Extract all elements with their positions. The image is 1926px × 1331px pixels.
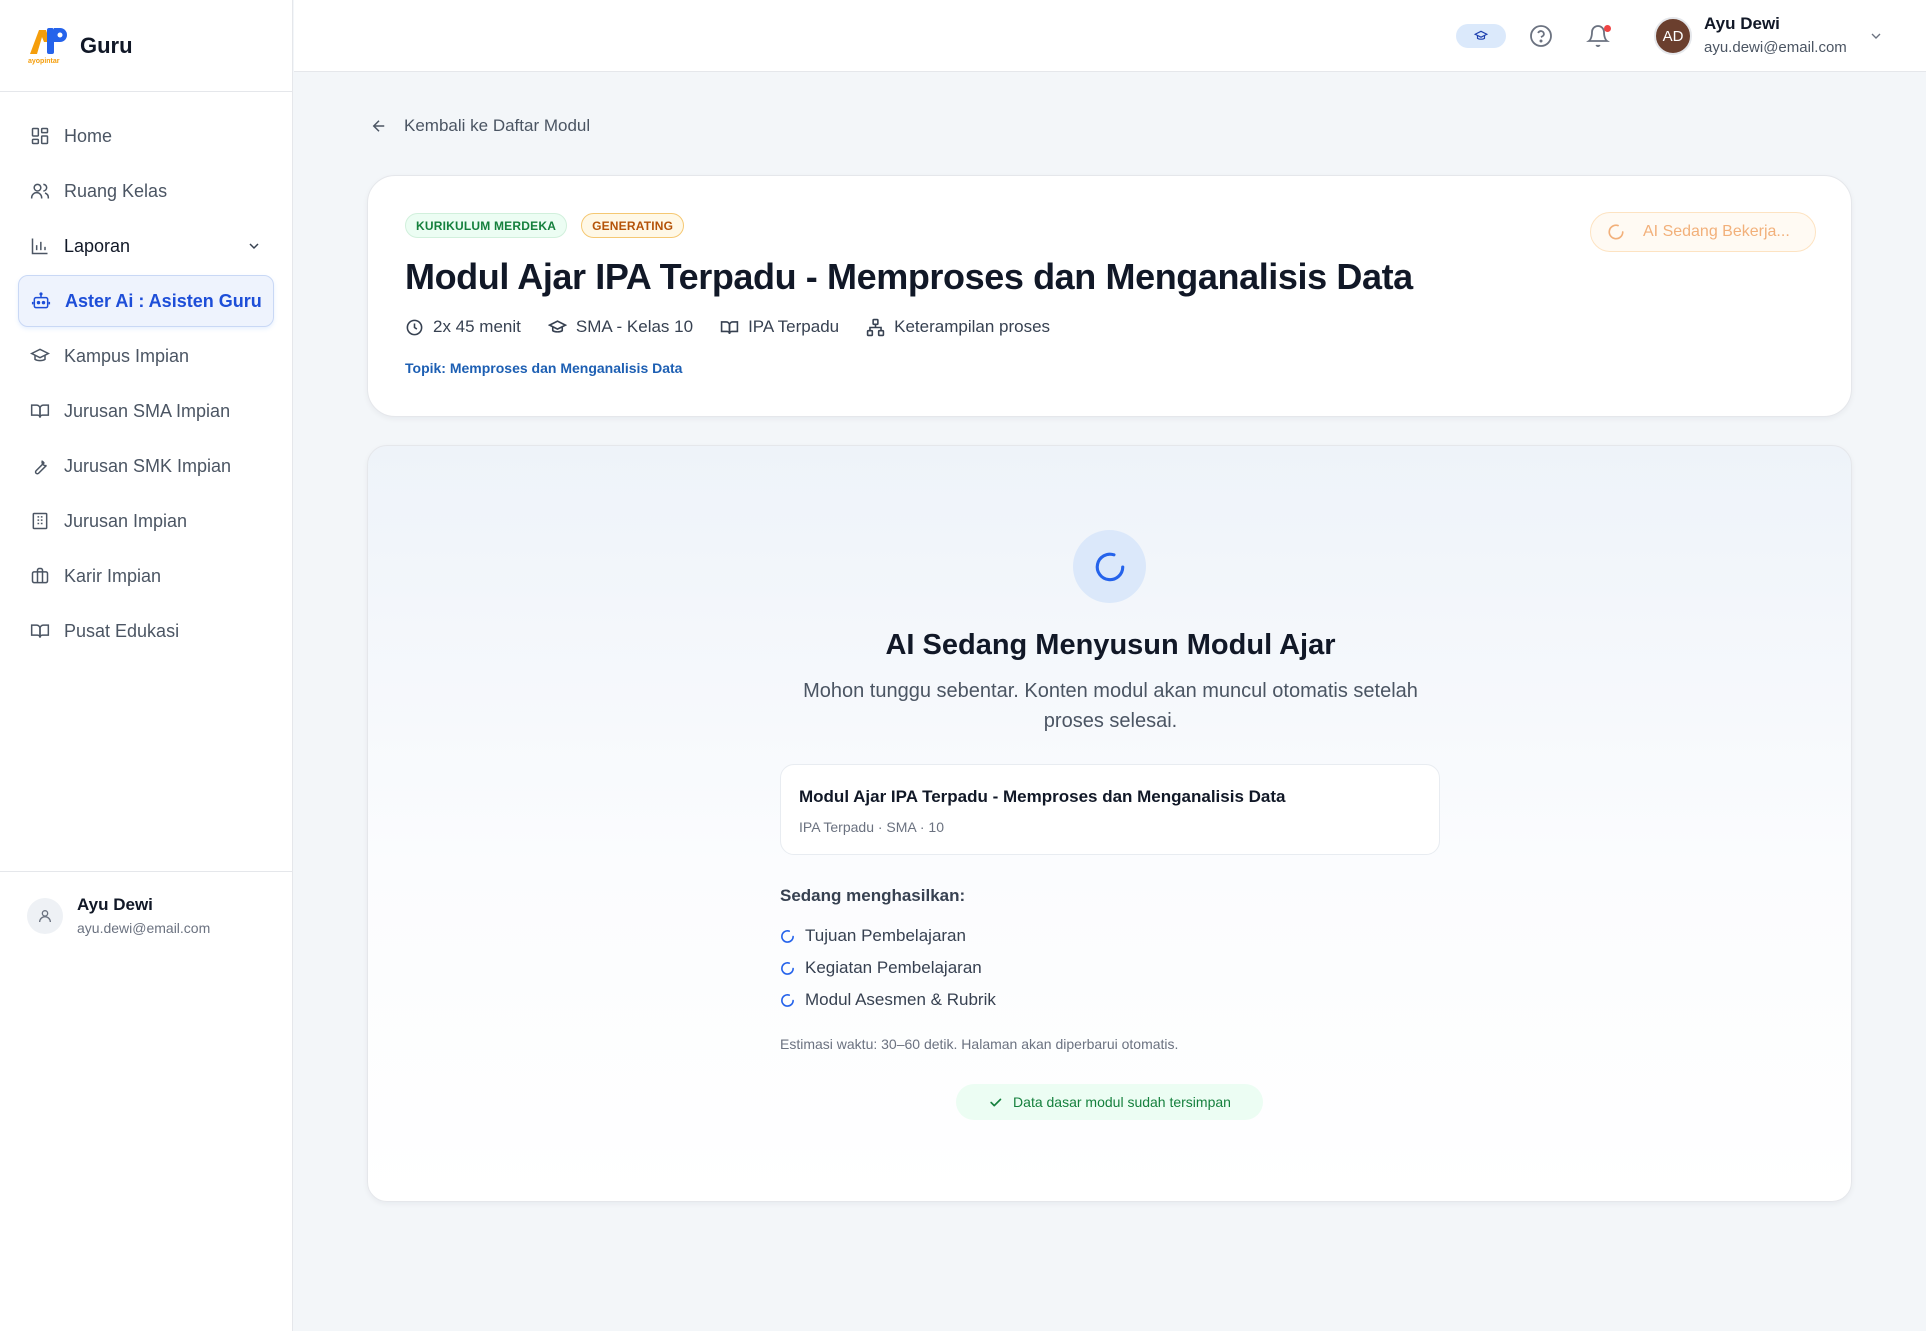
bar-chart-icon xyxy=(31,238,48,255)
sidebar-item-label: Jurusan Impian xyxy=(64,510,188,531)
sidebar-item-label: Laporan xyxy=(64,235,131,256)
meta-subject: IPA Terpadu xyxy=(720,317,839,337)
meta-skill: Keterampilan proses xyxy=(866,317,1050,337)
logo-caption: ayopintar xyxy=(28,57,60,65)
sidebar-nav: Home Ruang Kelas Laporan Aster Ai : Asis… xyxy=(0,92,292,657)
estimate-note: Estimasi waktu: 30–60 detik. Halaman aka… xyxy=(780,1036,1179,1052)
meta-subject-text: IPA Terpadu xyxy=(748,317,840,336)
graduation-cap-icon xyxy=(30,348,50,362)
meta-skill-text: Keterampilan proses xyxy=(894,317,1051,336)
saved-badge-label: Data dasar modul sudah tersimpan xyxy=(1013,1094,1231,1110)
book-open-icon xyxy=(30,404,50,418)
brand[interactable]: ayopintar Guru xyxy=(0,0,292,92)
sidebar-item-pusat-edukasi[interactable]: Pusat Edukasi xyxy=(18,605,274,657)
role-switch-button[interactable] xyxy=(1456,24,1506,48)
module-summary-sub: IPA Terpadu · SMA · 10 xyxy=(799,819,945,835)
spinner-icon xyxy=(1095,552,1124,581)
module-header-card: KURIKULUM MERDEKA GENERATING AI Sedang B… xyxy=(367,175,1852,417)
sidebar-item-aster-ai[interactable]: Aster Ai : Asisten Guru xyxy=(18,275,274,327)
avatar[interactable]: AD xyxy=(1654,17,1692,55)
clock-icon xyxy=(406,319,423,335)
ayopintar-logo-icon: ayopintar xyxy=(26,24,70,68)
meta-duration: 2x 45 menit xyxy=(405,317,521,337)
status-badge: GENERATING xyxy=(581,213,685,238)
book-open-icon xyxy=(720,320,739,334)
list-item-label: Tujuan Pembelajaran xyxy=(805,926,966,945)
sidebar-item-jurusan-smk[interactable]: Jurusan SMK Impian xyxy=(18,440,274,492)
sidebar-item-label: Aster Ai : Asisten Guru xyxy=(65,290,262,311)
notification-dot xyxy=(1604,25,1611,32)
spinner-icon xyxy=(781,929,794,943)
module-meta: 2x 45 menit SMA - Kelas 10 IPA Terpadu K… xyxy=(405,317,1077,337)
ai-working-label: AI Sedang Bekerja... xyxy=(1643,223,1790,240)
sidebar-item-label: Jurusan SMA Impian xyxy=(64,400,231,421)
sidebar-item-label: Kampus Impian xyxy=(64,345,190,366)
spinner-icon xyxy=(781,961,794,975)
user-icon xyxy=(27,897,63,934)
list-item-label: Modul Asesmen & Rubrik xyxy=(805,990,996,1009)
back-link-label: Kembali ke Daftar Modul xyxy=(404,116,591,135)
sidebar-item-label: Home xyxy=(64,125,113,146)
sidebar-item-label: Jurusan SMK Impian xyxy=(64,455,232,476)
list-item-label: Kegiatan Pembelajaran xyxy=(805,958,982,977)
building-icon xyxy=(32,512,48,530)
list-item: Kegiatan Pembelajaran xyxy=(780,952,996,984)
chevron-down-icon xyxy=(249,243,259,250)
robot-icon xyxy=(31,292,51,309)
sidebar: ayopintar Guru Home Ruang Kelas Laporan … xyxy=(0,0,293,1331)
sidebar-item-home[interactable]: Home xyxy=(18,110,274,162)
curriculum-badge: KURIKULUM MERDEKA xyxy=(405,213,568,238)
module-summary-box: Modul Ajar IPA Terpadu - Memproses dan M… xyxy=(780,764,1440,855)
meta-duration-text: 2x 45 menit xyxy=(433,317,521,336)
graduation-cap-icon xyxy=(547,319,567,333)
check-icon xyxy=(990,1098,1002,1106)
brand-name: Guru xyxy=(80,32,133,58)
back-link[interactable]: Kembali ke Daftar Modul xyxy=(370,116,590,136)
topbar-user-name: Ayu Dewi xyxy=(1704,14,1780,33)
sidebar-user-name: Ayu Dewi xyxy=(77,895,153,914)
sidebar-item-jurusan-impian[interactable]: Jurusan Impian xyxy=(18,495,274,547)
wrench-icon xyxy=(34,460,47,475)
spinner-icon xyxy=(781,993,794,1007)
help-icon[interactable] xyxy=(1529,24,1553,48)
generation-status-card: AI Sedang Menyusun Modul Ajar Mohon tung… xyxy=(367,445,1852,1202)
generation-title: AI Sedang Menyusun Modul Ajar xyxy=(885,629,1336,661)
meta-level-text: SMA - Kelas 10 xyxy=(575,317,694,336)
sidebar-item-label: Pusat Edukasi xyxy=(64,620,180,641)
briefcase-icon xyxy=(31,567,49,584)
users-icon xyxy=(30,183,50,199)
graduation-cap-icon xyxy=(1473,30,1489,40)
badge-row: KURIKULUM MERDEKA GENERATING xyxy=(405,213,685,238)
chevron-down-icon[interactable] xyxy=(1868,28,1884,44)
hierarchy-icon xyxy=(866,318,885,336)
module-summary-title: Modul Ajar IPA Terpadu - Memproses dan M… xyxy=(799,787,1286,806)
topbar: AD Ayu Dewi ayu.dewi@email.com xyxy=(294,0,1926,72)
sidebar-item-kampus-impian[interactable]: Kampus Impian xyxy=(18,330,274,382)
grid-icon xyxy=(31,127,49,145)
sidebar-item-jurusan-sma[interactable]: Jurusan SMA Impian xyxy=(18,385,274,437)
generating-list: Tujuan Pembelajaran Kegiatan Pembelajara… xyxy=(780,920,996,1016)
sidebar-item-laporan[interactable]: Laporan xyxy=(18,220,274,272)
sidebar-user-email: ayu.dewi@email.com xyxy=(77,920,211,936)
ai-working-button[interactable]: AI Sedang Bekerja... xyxy=(1590,212,1816,252)
generating-label: Sedang menghasilkan: xyxy=(780,886,966,905)
topbar-user-email: ayu.dewi@email.com xyxy=(1704,39,1847,56)
sidebar-item-karir-impian[interactable]: Karir Impian xyxy=(18,550,274,602)
sidebar-item-label: Ruang Kelas xyxy=(64,180,168,201)
spinner-icon xyxy=(1608,224,1624,240)
sidebar-user-profile[interactable]: Ayu Dewi ayu.dewi@email.com xyxy=(0,871,293,959)
book-icon xyxy=(30,624,50,638)
sidebar-item-ruang-kelas[interactable]: Ruang Kelas xyxy=(18,165,274,217)
page-title: Modul Ajar IPA Terpadu - Memproses dan M… xyxy=(405,256,1413,297)
list-item: Modul Asesmen & Rubrik xyxy=(780,984,996,1016)
meta-level: SMA - Kelas 10 xyxy=(547,317,694,337)
arrow-left-icon xyxy=(372,120,385,132)
saved-badge: Data dasar modul sudah tersimpan xyxy=(956,1084,1263,1120)
module-topic: Topik: Memproses dan Menganalisis Data xyxy=(405,360,683,376)
sidebar-item-label: Karir Impian xyxy=(64,565,162,586)
generation-subtitle: Mohon tunggu sebentar. Konten modul akan… xyxy=(803,680,1418,732)
list-item: Tujuan Pembelajaran xyxy=(780,920,996,952)
topbar-user[interactable]: Ayu Dewi ayu.dewi@email.com xyxy=(1704,14,1847,56)
loading-spinner xyxy=(1073,530,1146,603)
